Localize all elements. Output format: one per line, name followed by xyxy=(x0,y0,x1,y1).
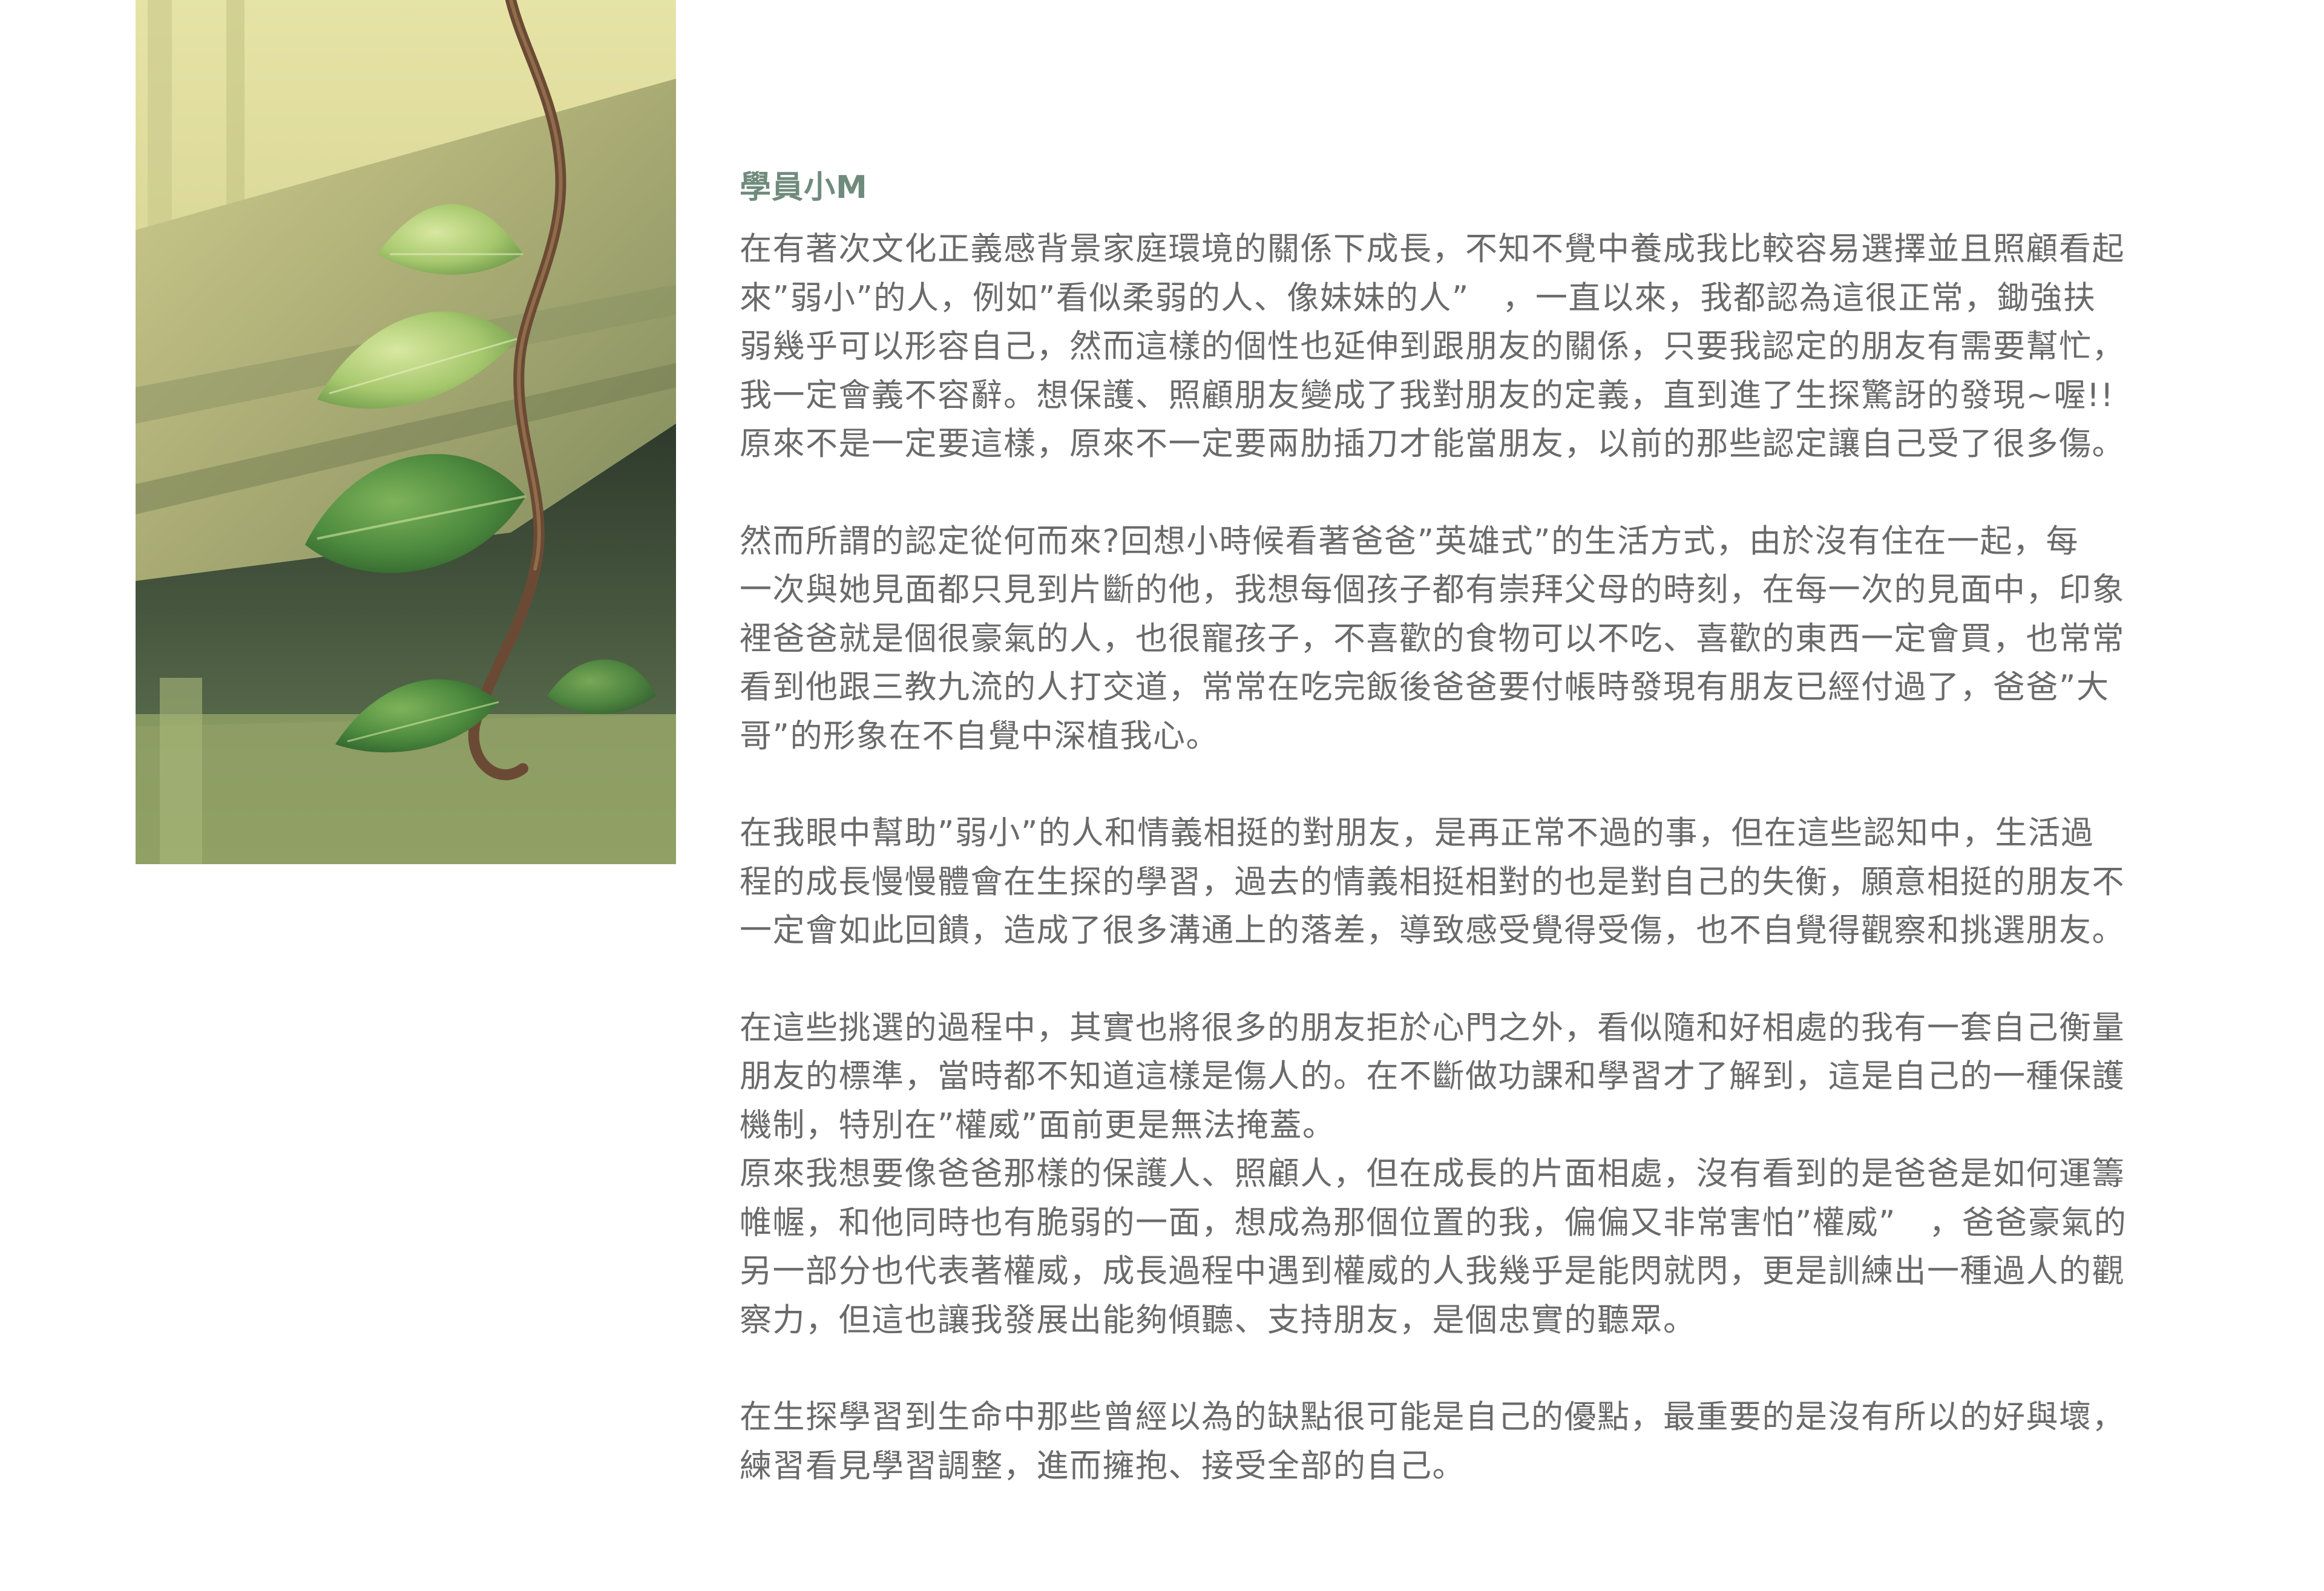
text-line: 一定會如此回饋，造成了很多溝通上的落差，導致感受覺得受傷，也不自覺得觀察和挑選朋… xyxy=(740,912,2125,949)
paragraph-3: 在我眼中幫助”弱小”的人和情義相挺的對朋友，是再正常不過的事，但在這些認知中，生… xyxy=(740,809,2186,956)
text-line: 看到他跟三教九流的人打交道，常常在吃完飯後爸爸要付帳時發現有朋友已經付過了，爸爸… xyxy=(740,669,2110,706)
text-line: 帷幄，和他同時也有脆弱的一面，想成為那個位置的我，偏偏又非常害怕”權威” ，爸爸… xyxy=(740,1204,2127,1241)
text-line: 機制，特別在”權威”面前更是無法掩蓋。 xyxy=(740,1106,1336,1144)
text-line: 弱幾乎可以形容自己，然而這樣的個性也延伸到跟朋友的關係，只要我認定的朋友有需要幫… xyxy=(740,328,2125,365)
text-line: 朋友的標準，當時都不知道這樣是傷人的。在不斷做功課和學習才了解到，這是自己的一種… xyxy=(740,1058,2125,1095)
article-content: 學員小M 在有著次文化正義感背景家庭環境的關係下成長，不知不覺中養成我比較容易選… xyxy=(740,163,2186,1539)
paragraph-2: 然而所謂的認定從何而來?回想小時候看著爸爸”英雄式”的生活方式，由於沒有住在一起… xyxy=(740,517,2186,761)
text-line: 程的成長慢慢體會在生探的學習，過去的情義相挺相對的也是對自己的失衡，願意相挺的朋… xyxy=(740,863,2125,900)
text-line: 來”弱小”的人，例如”看似柔弱的人、像妹妹的人” ，一直以來，我都認為這很正常，… xyxy=(740,279,2096,317)
text-line: 在有著次文化正義感背景家庭環境的關係下成長，不知不覺中養成我比較容易選擇並且照顧… xyxy=(740,231,2125,267)
paragraph-5: 原來我想要像爸爸那樣的保護人、照顧人，但在成長的片面相處，沒有看到的是爸爸是如何… xyxy=(740,1150,2186,1345)
text-line: 一次與她見面都只見到片斷的他，我想每個孩子都有崇拜父母的時刻，在每一次的見面中，… xyxy=(740,571,2125,608)
text-line: 察力，但這也讓我發展出能夠傾聽、支持朋友，是個忠實的聽眾。 xyxy=(740,1301,1696,1339)
text-line: 在生探學習到生命中那些曾經以為的缺點很可能是自己的優點，最重要的是沒有所以的好與… xyxy=(740,1399,2125,1435)
vine-leaves-photo-icon xyxy=(136,0,676,864)
text-line: 在這些挑選的過程中，其實也將很多的朋友拒於心門之外，看似隨和好相處的我有一套自己… xyxy=(740,1009,2125,1046)
text-line: 裡爸爸就是個很豪氣的人，也很寵孩子，不喜歡的食物可以不吃、喜歡的東西一定會買，也… xyxy=(740,620,2125,657)
text-line: 原來我想要像爸爸那樣的保護人、照顧人，但在成長的片面相處，沒有看到的是爸爸是如何… xyxy=(740,1155,2125,1192)
text-line: 另一部分也代表著權威，成長過程中遇到權威的人我幾乎是能閃就閃，更是訓練出一種過人… xyxy=(740,1253,2125,1290)
text-line: 然而所謂的認定從何而來?回想小時候看著爸爸”英雄式”的生活方式，由於沒有住在一起… xyxy=(740,522,2079,560)
text-line: 哥”的形象在不自覺中深植我心。 xyxy=(740,717,1219,755)
text-line: 在我眼中幫助”弱小”的人和情義相挺的對朋友，是再正常不過的事，但在這些認知中，生… xyxy=(740,815,2094,851)
text-line: 練習看見學習調整，進而擁抱、接受全部的自己。 xyxy=(740,1447,1465,1484)
text-line: 原來不是一定要這樣，原來不一定要兩肋插刀才能當朋友，以前的那些認定讓自己受了很多… xyxy=(740,425,2125,462)
article-photo xyxy=(136,0,676,864)
text-line: 我一定會義不容辭。想保護、照顧朋友變成了我對朋友的定義，直到進了生探驚訝的發現~… xyxy=(740,376,2115,414)
paragraph-1: 在有著次文化正義感背景家庭環境的關係下成長，不知不覺中養成我比較容易選擇並且照顧… xyxy=(740,225,2186,469)
author-name: 學員小M xyxy=(740,169,868,206)
paragraph-4: 在這些挑選的過程中，其實也將很多的朋友拒於心門之外，看似隨和好相處的我有一套自己… xyxy=(740,1004,2186,1150)
paragraph-6: 在生探學習到生命中那些曾經以為的缺點很可能是自己的優點，最重要的是沒有所以的好與… xyxy=(740,1393,2186,1491)
